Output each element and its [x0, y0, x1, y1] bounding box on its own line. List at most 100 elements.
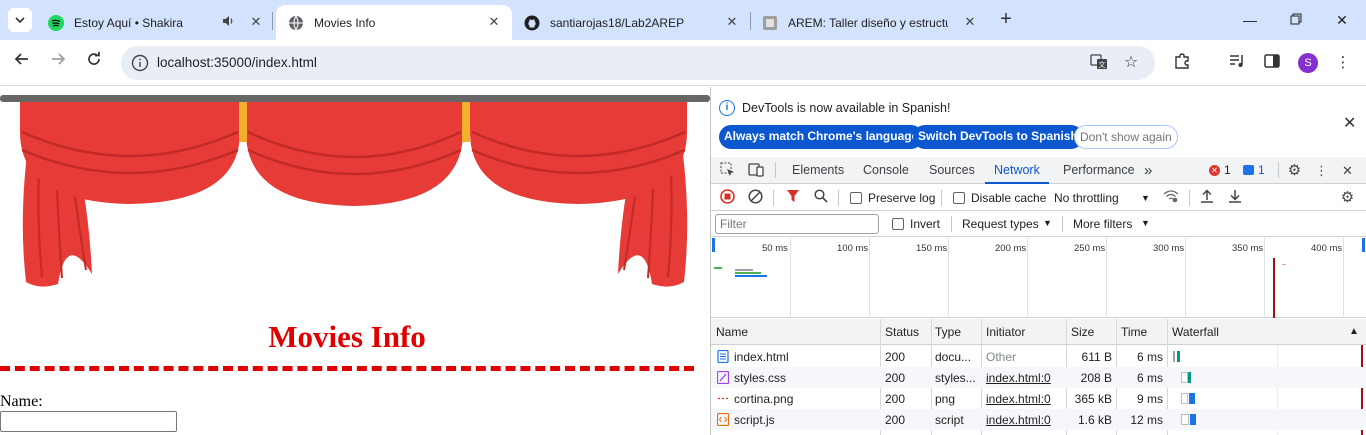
error-count-badge[interactable]: ✕ 1: [1209, 163, 1231, 177]
request-initiator[interactable]: index.html:0: [986, 392, 1051, 406]
message-icon: [1243, 165, 1254, 175]
sort-ascending-icon[interactable]: ▲: [1349, 326, 1359, 337]
back-arrow-icon: [14, 53, 28, 65]
column-status[interactable]: Status: [885, 325, 919, 339]
side-panel-icon[interactable]: [1261, 52, 1283, 74]
tab-spotify[interactable]: Estoy Aquí • Shakira ✕: [36, 5, 274, 40]
column-time[interactable]: Time: [1121, 325, 1147, 339]
browser-menu-icon[interactable]: ⋮: [1332, 52, 1354, 74]
table-row[interactable]: styles.css 200 styles... index.html:0 20…: [711, 367, 1366, 388]
column-initiator[interactable]: Initiator: [986, 325, 1025, 339]
export-har-icon[interactable]: [1226, 189, 1243, 206]
close-devtools-icon[interactable]: ✕: [1339, 162, 1356, 179]
name-input[interactable]: [0, 411, 177, 432]
tab-search-button[interactable]: [8, 8, 32, 32]
back-button[interactable]: [10, 51, 34, 75]
network-overview-timeline[interactable]: 50 ms 100 ms 150 ms 200 ms 250 ms 300 ms…: [711, 238, 1366, 318]
switch-devtools-spanish-button[interactable]: Switch DevTools to Spanish: [913, 125, 1083, 149]
close-tab-icon[interactable]: ✕: [724, 14, 740, 30]
column-type[interactable]: Type: [935, 325, 961, 339]
extensions-icon[interactable]: [1171, 52, 1193, 74]
waterfall-bar: [1177, 351, 1180, 362]
column-waterfall[interactable]: Waterfall: [1172, 325, 1219, 339]
range-handle-right[interactable]: [1362, 238, 1365, 252]
network-filter-bar: Invert Request types ▼ More filters ▼: [711, 212, 1366, 237]
match-language-button[interactable]: Always match Chrome's language: [719, 125, 924, 149]
close-tab-icon[interactable]: ✕: [486, 14, 502, 30]
request-types-dropdown[interactable]: Request types: [962, 217, 1039, 231]
inspect-element-icon[interactable]: [719, 162, 736, 179]
column-size[interactable]: Size: [1071, 325, 1094, 339]
request-name: index.html: [734, 350, 789, 364]
minimize-button[interactable]: —: [1238, 8, 1262, 32]
site-info-icon[interactable]: [131, 54, 149, 72]
clear-icon[interactable]: [747, 189, 764, 206]
request-initiator[interactable]: index.html:0: [986, 371, 1051, 385]
tab-title: AREM: Taller diseño y estructura: [788, 15, 948, 30]
reload-button[interactable]: [82, 51, 106, 75]
tick-line: [790, 238, 791, 318]
speaker-icon[interactable]: [220, 14, 236, 30]
filter-funnel-icon[interactable]: [784, 189, 801, 206]
image-icon: [718, 397, 728, 400]
toolbar-separator: [773, 190, 774, 206]
devtools-tabbar: Elements Console Sources Network Perform…: [711, 157, 1366, 184]
url-text[interactable]: localhost:35000/index.html: [157, 55, 317, 70]
device-toolbar-icon[interactable]: [747, 162, 764, 179]
close-infobar-icon[interactable]: ✕: [1343, 113, 1356, 133]
new-tab-button[interactable]: +: [994, 8, 1018, 32]
tick-line: [1027, 238, 1028, 318]
disable-cache-checkbox[interactable]: [953, 192, 965, 204]
tab-performance[interactable]: Performance: [1063, 157, 1135, 184]
kebab-menu-icon[interactable]: ⋮: [1313, 162, 1330, 179]
network-settings-gear-icon[interactable]: ⚙: [1339, 189, 1356, 206]
address-bar[interactable]: localhost:35000/index.html 文 ☆: [121, 46, 1155, 80]
bookmark-star-icon[interactable]: ☆: [1121, 53, 1141, 73]
filter-input[interactable]: [715, 214, 879, 234]
range-handle-left[interactable]: [712, 238, 715, 252]
tab-elements[interactable]: Elements: [792, 157, 844, 184]
tab-network[interactable]: Network: [985, 157, 1049, 184]
record-stop-icon[interactable]: [719, 189, 736, 206]
column-name[interactable]: Name: [716, 325, 748, 339]
close-tab-icon[interactable]: ✕: [248, 14, 264, 30]
table-row[interactable]: script.js 200 script index.html:0 1.6 kB…: [711, 409, 1366, 430]
request-type: script: [935, 413, 964, 427]
waterfall-bar: [1189, 393, 1195, 404]
dont-show-again-button[interactable]: Don't show again: [1074, 125, 1178, 149]
network-requests-table: Name Status Type Initiator Size Time Wat…: [711, 319, 1366, 435]
network-conditions-icon[interactable]: [1162, 189, 1179, 206]
request-status: 200: [885, 392, 906, 406]
search-icon[interactable]: [812, 189, 829, 206]
waterfall-bar: [1173, 351, 1175, 362]
tab-arem[interactable]: AREM: Taller diseño y estructura ✕: [750, 5, 988, 40]
table-row[interactable]: cortina.png 200 png index.html:0 365 kB …: [711, 388, 1366, 409]
error-icon: ✕: [1209, 164, 1220, 176]
tick-label: 150 ms: [916, 243, 948, 254]
tab-console[interactable]: Console: [863, 157, 909, 184]
tab-movies-info[interactable]: Movies Info ✕: [276, 5, 512, 40]
more-filters-dropdown[interactable]: More filters: [1073, 217, 1132, 231]
devtools-panel: i DevTools is now available in Spanish! …: [710, 87, 1366, 435]
settings-gear-icon[interactable]: ⚙: [1286, 162, 1303, 179]
request-initiator[interactable]: index.html:0: [986, 413, 1051, 427]
translate-icon[interactable]: 文: [1089, 53, 1109, 73]
restore-button[interactable]: [1284, 8, 1308, 32]
preserve-log-checkbox[interactable]: [850, 192, 862, 204]
close-tab-icon[interactable]: ✕: [962, 14, 978, 30]
forward-button[interactable]: [46, 51, 70, 75]
tab-github[interactable]: santiarojas18/Lab2AREP ✕: [512, 5, 750, 40]
throttling-select[interactable]: No throttling: [1054, 191, 1119, 205]
import-har-icon[interactable]: [1198, 189, 1215, 206]
close-window-button[interactable]: ✕: [1330, 8, 1354, 32]
media-controls-icon[interactable]: [1226, 52, 1248, 74]
waterfall-bar: [1181, 372, 1188, 383]
table-row[interactable]: index.html 200 docu... Other 611 B 6 ms: [711, 346, 1366, 367]
tick-label: 200 ms: [995, 243, 1027, 254]
invert-checkbox[interactable]: [892, 218, 904, 230]
message-count-badge[interactable]: 1: [1243, 163, 1265, 177]
overview-bar: [1282, 264, 1286, 265]
profile-avatar[interactable]: S: [1298, 53, 1318, 73]
tab-sources[interactable]: Sources: [929, 157, 975, 184]
more-tabs-button[interactable]: »: [1144, 157, 1152, 184]
